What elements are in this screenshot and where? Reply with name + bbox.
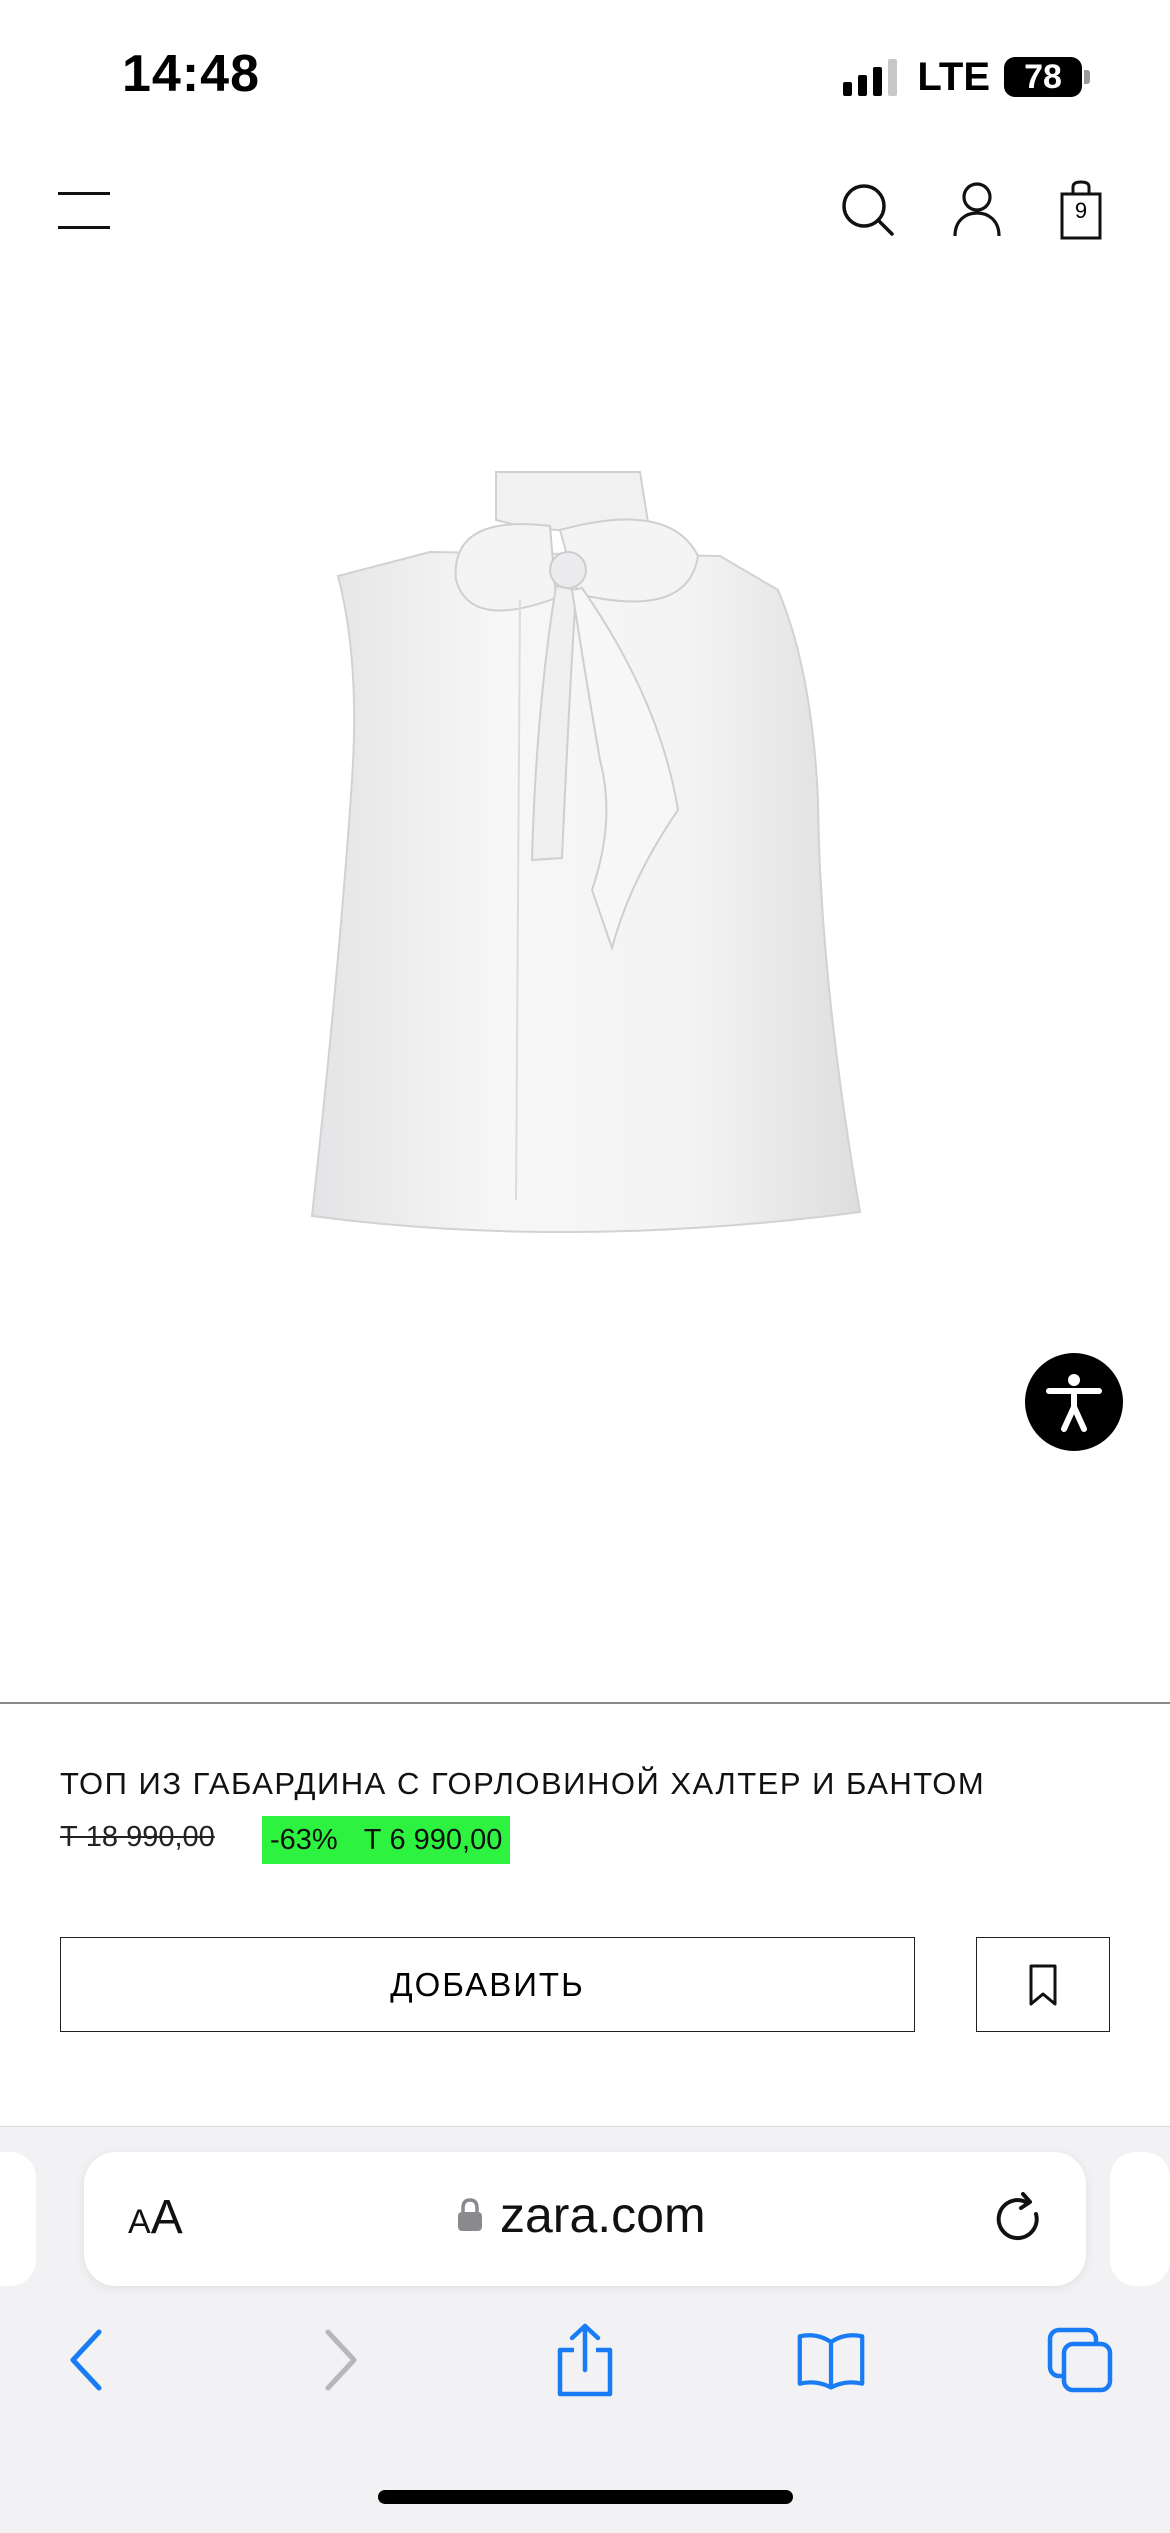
text-size-button[interactable]: AA bbox=[128, 2190, 183, 2245]
bookmarks-icon[interactable] bbox=[796, 2320, 866, 2400]
accessibility-icon[interactable] bbox=[1025, 1353, 1123, 1451]
cart-icon[interactable]: 9 bbox=[1060, 180, 1110, 242]
search-icon[interactable] bbox=[838, 180, 898, 240]
next-tab-preview[interactable] bbox=[1110, 2152, 1170, 2286]
home-indicator bbox=[378, 2490, 793, 2504]
cart-count: 9 bbox=[1074, 198, 1088, 223]
status-indicators: LTE 78 bbox=[843, 52, 1090, 102]
back-icon[interactable] bbox=[52, 2320, 122, 2400]
url-display[interactable]: zara.com bbox=[456, 2186, 706, 2244]
sale-badge: -63% Т 6 990,00 bbox=[262, 1816, 511, 1864]
menu-icon[interactable] bbox=[58, 188, 112, 234]
divider bbox=[0, 1702, 1170, 1704]
sale-price: Т 6 990,00 bbox=[363, 1823, 503, 1856]
url-text: zara.com bbox=[500, 2187, 706, 2243]
text-size-large: A bbox=[150, 2191, 183, 2244]
status-time: 14:48 bbox=[122, 45, 260, 103]
product-title: ТОП ИЗ ГАБАРДИНА С ГОРЛОВИНОЙ ХАЛТЕР И Б… bbox=[60, 1766, 986, 1801]
text-size-small: A bbox=[128, 2203, 151, 2241]
bookmark-icon[interactable] bbox=[976, 1937, 1110, 2032]
cellular-signal-icon bbox=[843, 58, 898, 96]
account-icon[interactable] bbox=[952, 180, 1002, 240]
share-icon[interactable] bbox=[550, 2320, 620, 2400]
add-to-cart-button[interactable]: ДОБАВИТЬ bbox=[60, 1937, 915, 2032]
product-image[interactable] bbox=[300, 460, 870, 1280]
lock-icon bbox=[458, 2198, 482, 2231]
battery-level: 78 bbox=[1004, 57, 1082, 97]
battery-icon: 78 bbox=[1004, 57, 1090, 97]
discount-percent: -63% bbox=[270, 1823, 338, 1856]
old-price: Т 18 990,00 bbox=[60, 1821, 215, 1853]
reload-icon[interactable] bbox=[990, 2190, 1050, 2250]
forward-icon[interactable] bbox=[305, 2320, 375, 2400]
previous-tab-preview[interactable] bbox=[0, 2152, 36, 2286]
network-type: LTE bbox=[917, 54, 990, 99]
tabs-icon[interactable] bbox=[1045, 2320, 1115, 2400]
